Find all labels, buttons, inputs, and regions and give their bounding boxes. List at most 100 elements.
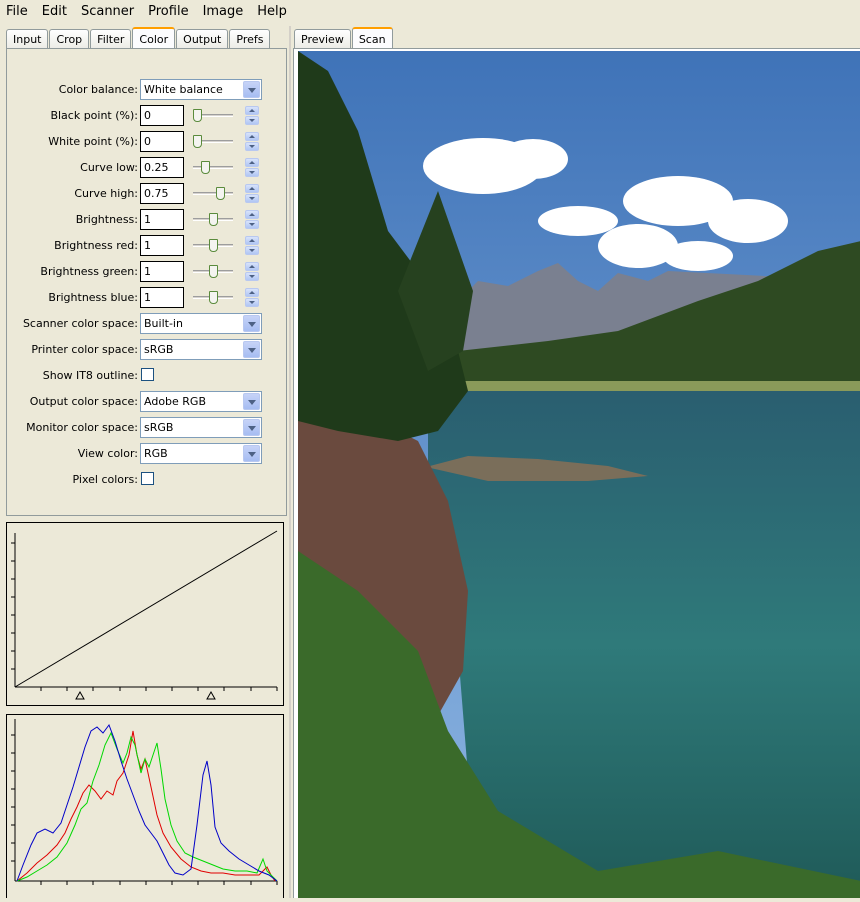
menu-scanner[interactable]: Scanner	[81, 4, 134, 19]
menu-profile[interactable]: Profile	[148, 4, 188, 19]
slider-thumb[interactable]	[209, 213, 218, 226]
tone-curve-line[interactable]	[14, 530, 278, 688]
histogram-graph	[6, 714, 284, 898]
tab-crop[interactable]: Crop	[49, 29, 90, 49]
spin-up-icon[interactable]	[245, 236, 259, 245]
slider-thumb[interactable]	[209, 239, 218, 252]
printer-color-space-combo[interactable]: sRGB	[140, 339, 262, 360]
chevron-down-icon[interactable]	[243, 315, 260, 332]
chevron-down-icon[interactable]	[243, 445, 260, 462]
spin-down-icon[interactable]	[245, 142, 259, 151]
slider-thumb[interactable]	[216, 187, 225, 200]
menu-edit[interactable]: Edit	[42, 4, 67, 19]
show-it8-outline-checkbox[interactable]	[141, 368, 154, 381]
black-point-spinner[interactable]	[245, 106, 259, 125]
white-point-row: White point (%): 0	[7, 131, 288, 153]
slider-thumb[interactable]	[193, 109, 202, 122]
spin-down-icon[interactable]	[245, 116, 259, 125]
color-balance-combo[interactable]: White balance	[140, 79, 262, 100]
brightness-green-entry[interactable]: 1	[140, 261, 184, 282]
white-point-spinner[interactable]	[245, 132, 259, 151]
curve-high-entry[interactable]: 0.75	[140, 183, 184, 204]
brightness-blue-slider[interactable]	[193, 291, 233, 305]
black-point-label: Black point (%):	[50, 109, 138, 122]
spin-up-icon[interactable]	[245, 262, 259, 271]
spin-up-icon[interactable]	[245, 210, 259, 219]
curve-high-marker-icon[interactable]	[206, 690, 216, 700]
white-point-label: White point (%):	[48, 135, 138, 148]
curve-high-slider[interactable]	[193, 187, 233, 201]
chevron-down-icon[interactable]	[243, 81, 260, 98]
white-point-slider[interactable]	[193, 135, 233, 149]
brightness-spinner[interactable]	[245, 210, 259, 229]
tab-preview[interactable]: Preview	[294, 29, 351, 49]
brightness-value: 1	[144, 213, 151, 226]
pane-divider[interactable]	[289, 26, 291, 898]
curve-low-spinner[interactable]	[245, 158, 259, 177]
spin-up-icon[interactable]	[245, 184, 259, 193]
pixel-colors-checkbox[interactable]	[141, 472, 154, 485]
tab-scan[interactable]: Scan	[351, 27, 393, 49]
chevron-down-icon[interactable]	[243, 393, 260, 410]
spin-down-icon[interactable]	[245, 298, 259, 307]
tab-prefs[interactable]: Prefs	[229, 29, 271, 49]
slider-thumb[interactable]	[209, 265, 218, 278]
tab-filter[interactable]: Filter	[90, 29, 132, 49]
color-balance-value: White balance	[144, 83, 223, 96]
tab-output[interactable]: Output	[176, 29, 229, 49]
printer-color-space-value: sRGB	[144, 343, 174, 356]
scan-view[interactable]	[293, 48, 860, 898]
slider-thumb[interactable]	[193, 135, 202, 148]
curve-high-spinner[interactable]	[245, 184, 259, 203]
menu-file[interactable]: File	[6, 4, 28, 19]
black-point-slider[interactable]	[193, 109, 233, 123]
curve-low-entry[interactable]: 0.25	[140, 157, 184, 178]
chevron-down-icon[interactable]	[243, 341, 260, 358]
tab-color[interactable]: Color	[132, 27, 176, 49]
curve-low-slider[interactable]	[193, 161, 233, 175]
spin-down-icon[interactable]	[245, 272, 259, 281]
spin-up-icon[interactable]	[245, 132, 259, 141]
brightness-red-spinner[interactable]	[245, 236, 259, 255]
scanner-color-space-row: Scanner color space: Built-in	[7, 313, 288, 335]
menu-image[interactable]: Image	[203, 4, 244, 19]
view-color-combo[interactable]: RGB	[140, 443, 262, 464]
brightness-red-slider[interactable]	[193, 239, 233, 253]
spin-up-icon[interactable]	[245, 158, 259, 167]
curve-low-marker-icon[interactable]	[75, 690, 85, 700]
output-color-space-value: Adobe RGB	[144, 395, 207, 408]
spin-up-icon[interactable]	[245, 106, 259, 115]
menu-help[interactable]: Help	[257, 4, 287, 19]
spin-down-icon[interactable]	[245, 168, 259, 177]
spin-down-icon[interactable]	[245, 246, 259, 255]
brightness-entry[interactable]: 1	[140, 209, 184, 230]
spin-down-icon[interactable]	[245, 194, 259, 203]
tab-input[interactable]: Input	[6, 29, 49, 49]
brightness-slider[interactable]	[193, 213, 233, 227]
brightness-blue-spinner[interactable]	[245, 288, 259, 307]
chevron-down-icon[interactable]	[243, 419, 260, 436]
show-it8-outline-label: Show IT8 outline:	[42, 369, 138, 382]
brightness-red-entry[interactable]: 1	[140, 235, 184, 256]
spin-up-icon[interactable]	[245, 288, 259, 297]
brightness-blue-entry[interactable]: 1	[140, 287, 184, 308]
brightness-green-row: Brightness green: 1	[7, 261, 288, 283]
menu-bar: File Edit Scanner Profile Image Help	[0, 0, 860, 22]
monitor-color-space-combo[interactable]: sRGB	[140, 417, 262, 438]
output-color-space-combo[interactable]: Adobe RGB	[140, 391, 262, 412]
slider-track	[193, 166, 233, 169]
white-point-entry[interactable]: 0	[140, 131, 184, 152]
brightness-red-label: Brightness red:	[54, 239, 138, 252]
monitor-color-space-value: sRGB	[144, 421, 174, 434]
slider-thumb[interactable]	[209, 291, 218, 304]
curve-low-label: Curve low:	[80, 161, 138, 174]
scanned-image[interactable]	[298, 51, 860, 898]
brightness-green-spinner[interactable]	[245, 262, 259, 281]
black-point-entry[interactable]: 0	[140, 105, 184, 126]
scanner-color-space-combo[interactable]: Built-in	[140, 313, 262, 334]
spin-down-icon[interactable]	[245, 220, 259, 229]
black-point-value: 0	[144, 109, 151, 122]
tone-curve-graph[interactable]	[6, 522, 284, 706]
slider-thumb[interactable]	[201, 161, 210, 174]
brightness-green-slider[interactable]	[193, 265, 233, 279]
